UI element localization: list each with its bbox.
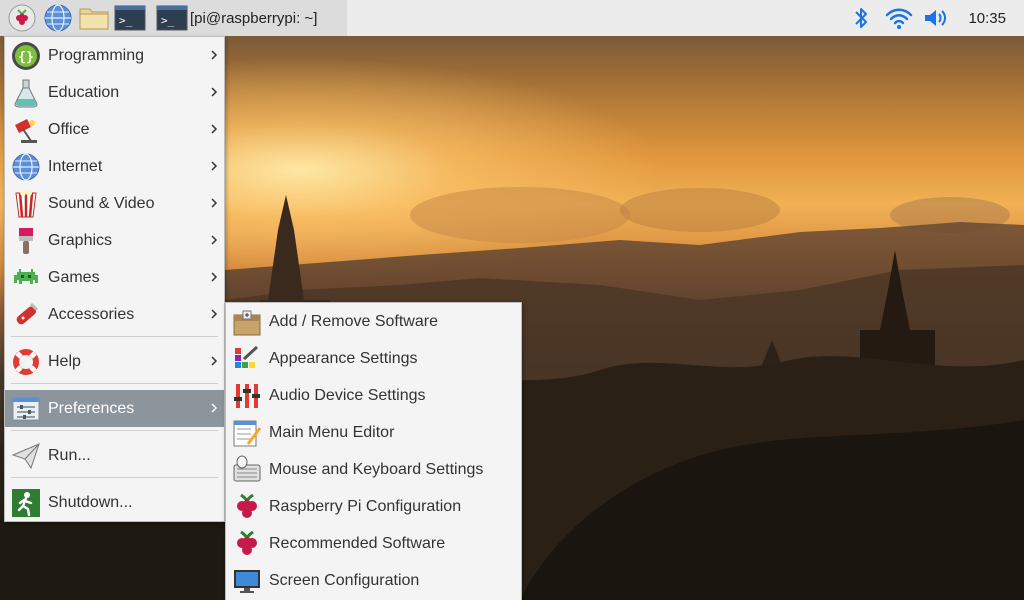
- terminal-icon[interactable]: >_: [112, 0, 148, 36]
- menu-item-screen-configuration[interactable]: Screen Configuration: [226, 562, 521, 599]
- menu-item-main-menu-editor[interactable]: Main Menu Editor: [226, 414, 521, 451]
- file-manager-icon[interactable]: [76, 0, 112, 36]
- chevron-right-icon: [211, 403, 218, 413]
- appearance-icon: [231, 343, 263, 375]
- menu-item-recommended-software[interactable]: Recommended Software: [226, 525, 521, 562]
- menu-item-office[interactable]: Office: [5, 111, 224, 148]
- menu-separator: [11, 336, 218, 337]
- graphics-icon: [10, 225, 42, 257]
- chevron-right-icon: [211, 161, 218, 171]
- raspberry-pi-icon: [231, 528, 263, 560]
- chevron-right-icon: [211, 356, 218, 366]
- preferences-icon: [10, 393, 42, 425]
- menu-item-games[interactable]: Games: [5, 259, 224, 296]
- menu-item-internet[interactable]: Internet: [5, 148, 224, 185]
- svg-text:>_: >_: [161, 14, 175, 27]
- clock[interactable]: 10:35: [956, 10, 1024, 27]
- chevron-right-icon: [211, 87, 218, 97]
- shutdown-icon: [10, 487, 42, 519]
- chevron-right-icon: [211, 235, 218, 245]
- sound-video-icon: [10, 188, 42, 220]
- task-title: [pi@raspberrypi: ~]: [190, 9, 318, 27]
- svg-text:>_: >_: [119, 14, 133, 27]
- raspberry-pi-icon: [231, 491, 263, 523]
- accessories-icon: [10, 299, 42, 331]
- education-icon: [10, 77, 42, 109]
- volume-icon[interactable]: [918, 0, 956, 36]
- office-icon: [10, 114, 42, 146]
- monitor-icon: [231, 565, 263, 597]
- menu-item-graphics[interactable]: Graphics: [5, 222, 224, 259]
- launcher-area: >_: [0, 0, 150, 36]
- web-browser-icon[interactable]: [40, 0, 76, 36]
- menu-item-accessories[interactable]: Accessories: [5, 296, 224, 333]
- menu-item-audio-device-settings[interactable]: Audio Device Settings: [226, 377, 521, 414]
- terminal-task-button[interactable]: >_ [pi@raspberrypi: ~]: [150, 0, 348, 36]
- menu-item-sound-video[interactable]: Sound & Video: [5, 185, 224, 222]
- menu-item-preferences[interactable]: Preferences: [5, 390, 224, 427]
- menu-separator: [11, 430, 218, 431]
- chevron-right-icon: [211, 198, 218, 208]
- preferences-submenu: Add / Remove Software Appearance Setting…: [225, 302, 522, 600]
- menu-item-appearance-settings[interactable]: Appearance Settings: [226, 340, 521, 377]
- audio-mixer-icon: [231, 380, 263, 412]
- main-menu: {} Programming Education Office Internet…: [4, 36, 225, 522]
- menu-item-help[interactable]: Help: [5, 343, 224, 380]
- menu-editor-icon: [231, 417, 263, 449]
- menu-item-add-remove-software[interactable]: Add / Remove Software: [226, 303, 521, 340]
- menu-item-programming[interactable]: {} Programming: [5, 37, 224, 74]
- internet-icon: [10, 151, 42, 183]
- chevron-right-icon: [211, 50, 218, 60]
- software-package-icon: [231, 306, 263, 338]
- menu-item-education[interactable]: Education: [5, 74, 224, 111]
- programming-icon: {}: [10, 40, 42, 72]
- svg-text:{}: {}: [18, 50, 34, 65]
- menu-item-raspberry-pi-configuration[interactable]: Raspberry Pi Configuration: [226, 488, 521, 525]
- menu-item-mouse-keyboard-settings[interactable]: Mouse and Keyboard Settings: [226, 451, 521, 488]
- menu-item-run[interactable]: Run...: [5, 437, 224, 474]
- taskbar: >_ >_ [pi@raspberrypi: ~] 10:35: [0, 0, 1024, 36]
- terminal-icon: >_: [156, 5, 188, 31]
- chevron-right-icon: [211, 272, 218, 282]
- keyboard-mouse-icon: [231, 454, 263, 486]
- menu-separator: [11, 477, 218, 478]
- run-icon: [10, 440, 42, 472]
- chevron-right-icon: [211, 309, 218, 319]
- bluetooth-icon[interactable]: [842, 0, 880, 36]
- chevron-right-icon: [211, 124, 218, 134]
- wifi-icon[interactable]: [880, 0, 918, 36]
- menu-item-shutdown[interactable]: Shutdown...: [5, 484, 224, 521]
- raspberry-menu-icon[interactable]: [4, 0, 40, 36]
- menu-separator: [11, 383, 218, 384]
- help-icon: [10, 346, 42, 378]
- system-tray: 10:35: [842, 0, 1024, 36]
- games-icon: [10, 262, 42, 294]
